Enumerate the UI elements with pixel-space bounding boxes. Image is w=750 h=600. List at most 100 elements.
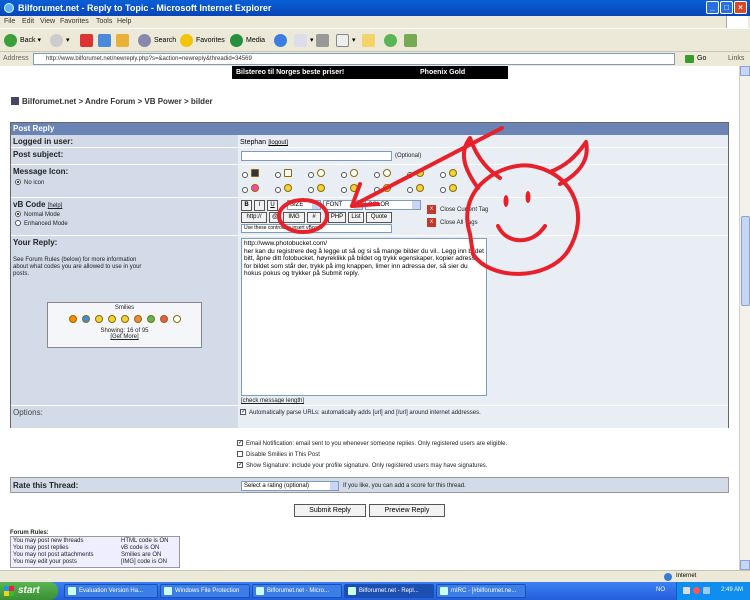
smilie-icon[interactable] <box>81 315 90 323</box>
mail-button[interactable]: ▾ <box>294 33 314 49</box>
media-button[interactable]: Media <box>230 33 265 49</box>
go-button[interactable]: Go <box>683 53 719 65</box>
favorites-button[interactable]: Favorites <box>180 33 225 49</box>
ad-banner[interactable]: Bilstereo til Norges beste priser! Phoen… <box>232 66 508 79</box>
close-all-tags-button[interactable]: x <box>427 218 436 227</box>
stop-button[interactable] <box>80 33 96 49</box>
icon-option[interactable] <box>374 169 407 179</box>
icon-option[interactable] <box>374 184 407 194</box>
italic-button[interactable]: I <box>254 200 265 211</box>
icon-option[interactable] <box>440 169 473 179</box>
menu-favorites[interactable]: Favorites <box>60 18 89 25</box>
enhanced-mode-radio[interactable] <box>15 220 21 226</box>
maximize-button[interactable]: □ <box>720 1 733 14</box>
folder-button[interactable] <box>362 33 378 49</box>
address-input[interactable]: http://www.bilforumet.net/newreply.php?s… <box>33 53 675 65</box>
font-select[interactable]: FONT <box>323 200 363 210</box>
home-button[interactable] <box>116 33 132 49</box>
taskbar-item[interactable]: Windows File Protection <box>160 584 250 598</box>
language-indicator[interactable]: NO <box>656 587 665 593</box>
img-button[interactable]: IMG <box>283 212 305 223</box>
menu-tools[interactable]: Tools <box>96 18 112 25</box>
breadcrumb-text[interactable]: Bilforumet.net > Andre Forum > VB Power … <box>22 97 213 106</box>
icon-option[interactable] <box>275 184 308 194</box>
check-length-link[interactable]: [check message length] <box>241 398 304 404</box>
email-button[interactable]: @ <box>269 212 281 223</box>
refresh-button[interactable] <box>98 33 114 49</box>
taskbar-item[interactable]: Evaluation Version Ha... <box>64 584 158 598</box>
rating-select[interactable]: Select a rating (optional) <box>241 481 339 491</box>
scroll-down-arrow-icon[interactable] <box>740 560 750 570</box>
smilie-icon[interactable] <box>133 315 142 323</box>
smilie-icon[interactable] <box>68 315 77 323</box>
smilie-icon[interactable] <box>159 315 168 323</box>
icon-option[interactable] <box>341 184 374 194</box>
url-button[interactable]: http:// <box>241 212 267 223</box>
edit-button[interactable]: ▾ <box>336 33 356 49</box>
scroll-thumb[interactable] <box>741 216 750 306</box>
normal-mode-radio[interactable] <box>15 211 21 217</box>
vbcode-help-link[interactable]: [help] <box>48 203 63 209</box>
back-button[interactable]: Back ▾ <box>4 33 41 49</box>
show-signature-checkbox[interactable] <box>237 460 243 471</box>
icon-option[interactable] <box>308 169 341 179</box>
history-button[interactable] <box>274 33 290 49</box>
tray-icon[interactable] <box>693 587 700 594</box>
icon-option[interactable] <box>440 184 473 194</box>
vbcode-hint-box: Use these controls to insert vBcode <box>241 224 392 233</box>
taskbar-item-active[interactable]: Bilforumet.net - Repl... <box>344 584 434 598</box>
menu-file[interactable]: File <box>4 18 15 25</box>
php-button[interactable]: PHP <box>328 212 346 223</box>
links-button[interactable]: Links <box>728 55 744 62</box>
smilie-icon[interactable] <box>107 315 116 323</box>
disable-smilies-checkbox[interactable] <box>237 451 243 457</box>
menu-view[interactable]: View <box>40 18 55 25</box>
menu-help[interactable]: Help <box>117 18 131 25</box>
preview-reply-button[interactable]: Preview Reply <box>369 504 445 517</box>
logout-link[interactable]: [logout] <box>268 140 288 146</box>
menu-edit[interactable]: Edit <box>22 18 34 25</box>
taskbar-item[interactable]: Bilforumet.net - Micro... <box>252 584 342 598</box>
tray-icon[interactable] <box>703 587 710 594</box>
smilie-icon[interactable] <box>120 315 129 323</box>
window-title: Bilforumet.net - Reply to Topic - Micros… <box>18 3 272 13</box>
search-button[interactable]: Search <box>138 33 176 49</box>
size-select[interactable]: SIZE <box>287 200 321 210</box>
no-icon-radio[interactable] <box>15 179 21 185</box>
parse-urls-checkbox[interactable] <box>240 407 246 418</box>
code-button[interactable]: # <box>307 212 321 223</box>
minimize-button[interactable]: _ <box>706 1 719 14</box>
color-select[interactable]: COLOR <box>365 200 421 210</box>
close-button[interactable]: × <box>734 1 747 14</box>
get-more-smilies-link[interactable]: [Get More] <box>48 334 201 340</box>
icon-option[interactable] <box>407 184 440 194</box>
icon-option[interactable] <box>242 169 275 179</box>
icon-option[interactable] <box>407 169 440 179</box>
subject-input[interactable] <box>241 151 392 161</box>
icon-option[interactable] <box>242 184 275 194</box>
taskbar-item[interactable]: mIRC - [#bilforumet.ne... <box>436 584 526 598</box>
research-button[interactable] <box>404 33 420 49</box>
icon-option[interactable] <box>275 169 308 179</box>
tray-icon[interactable] <box>683 587 690 594</box>
messenger-button[interactable] <box>384 33 400 49</box>
clock[interactable]: 2:49 AM <box>721 587 743 593</box>
quote-button[interactable]: Quote <box>366 212 392 223</box>
close-current-tag-button[interactable]: x <box>427 205 436 214</box>
icon-option[interactable] <box>341 169 374 179</box>
smilie-icon[interactable] <box>146 315 155 323</box>
email-notification-checkbox[interactable] <box>237 438 243 449</box>
forward-button[interactable]: ▾ <box>50 33 70 49</box>
submit-reply-button[interactable]: Submit Reply <box>294 504 366 517</box>
underline-button[interactable]: U <box>267 200 278 211</box>
icon-option[interactable] <box>308 184 341 194</box>
scroll-up-arrow-icon[interactable] <box>740 66 750 76</box>
bold-button[interactable]: B <box>241 200 252 211</box>
print-button[interactable] <box>316 33 332 49</box>
reply-textarea[interactable]: http://www.photobucket.com/ her kan du r… <box>241 238 487 396</box>
page-scrollbar[interactable] <box>739 66 750 570</box>
start-button[interactable]: start <box>0 582 58 600</box>
smilie-icon[interactable] <box>94 315 103 323</box>
list-button[interactable]: List <box>348 212 364 223</box>
smilie-icon[interactable] <box>172 315 181 323</box>
